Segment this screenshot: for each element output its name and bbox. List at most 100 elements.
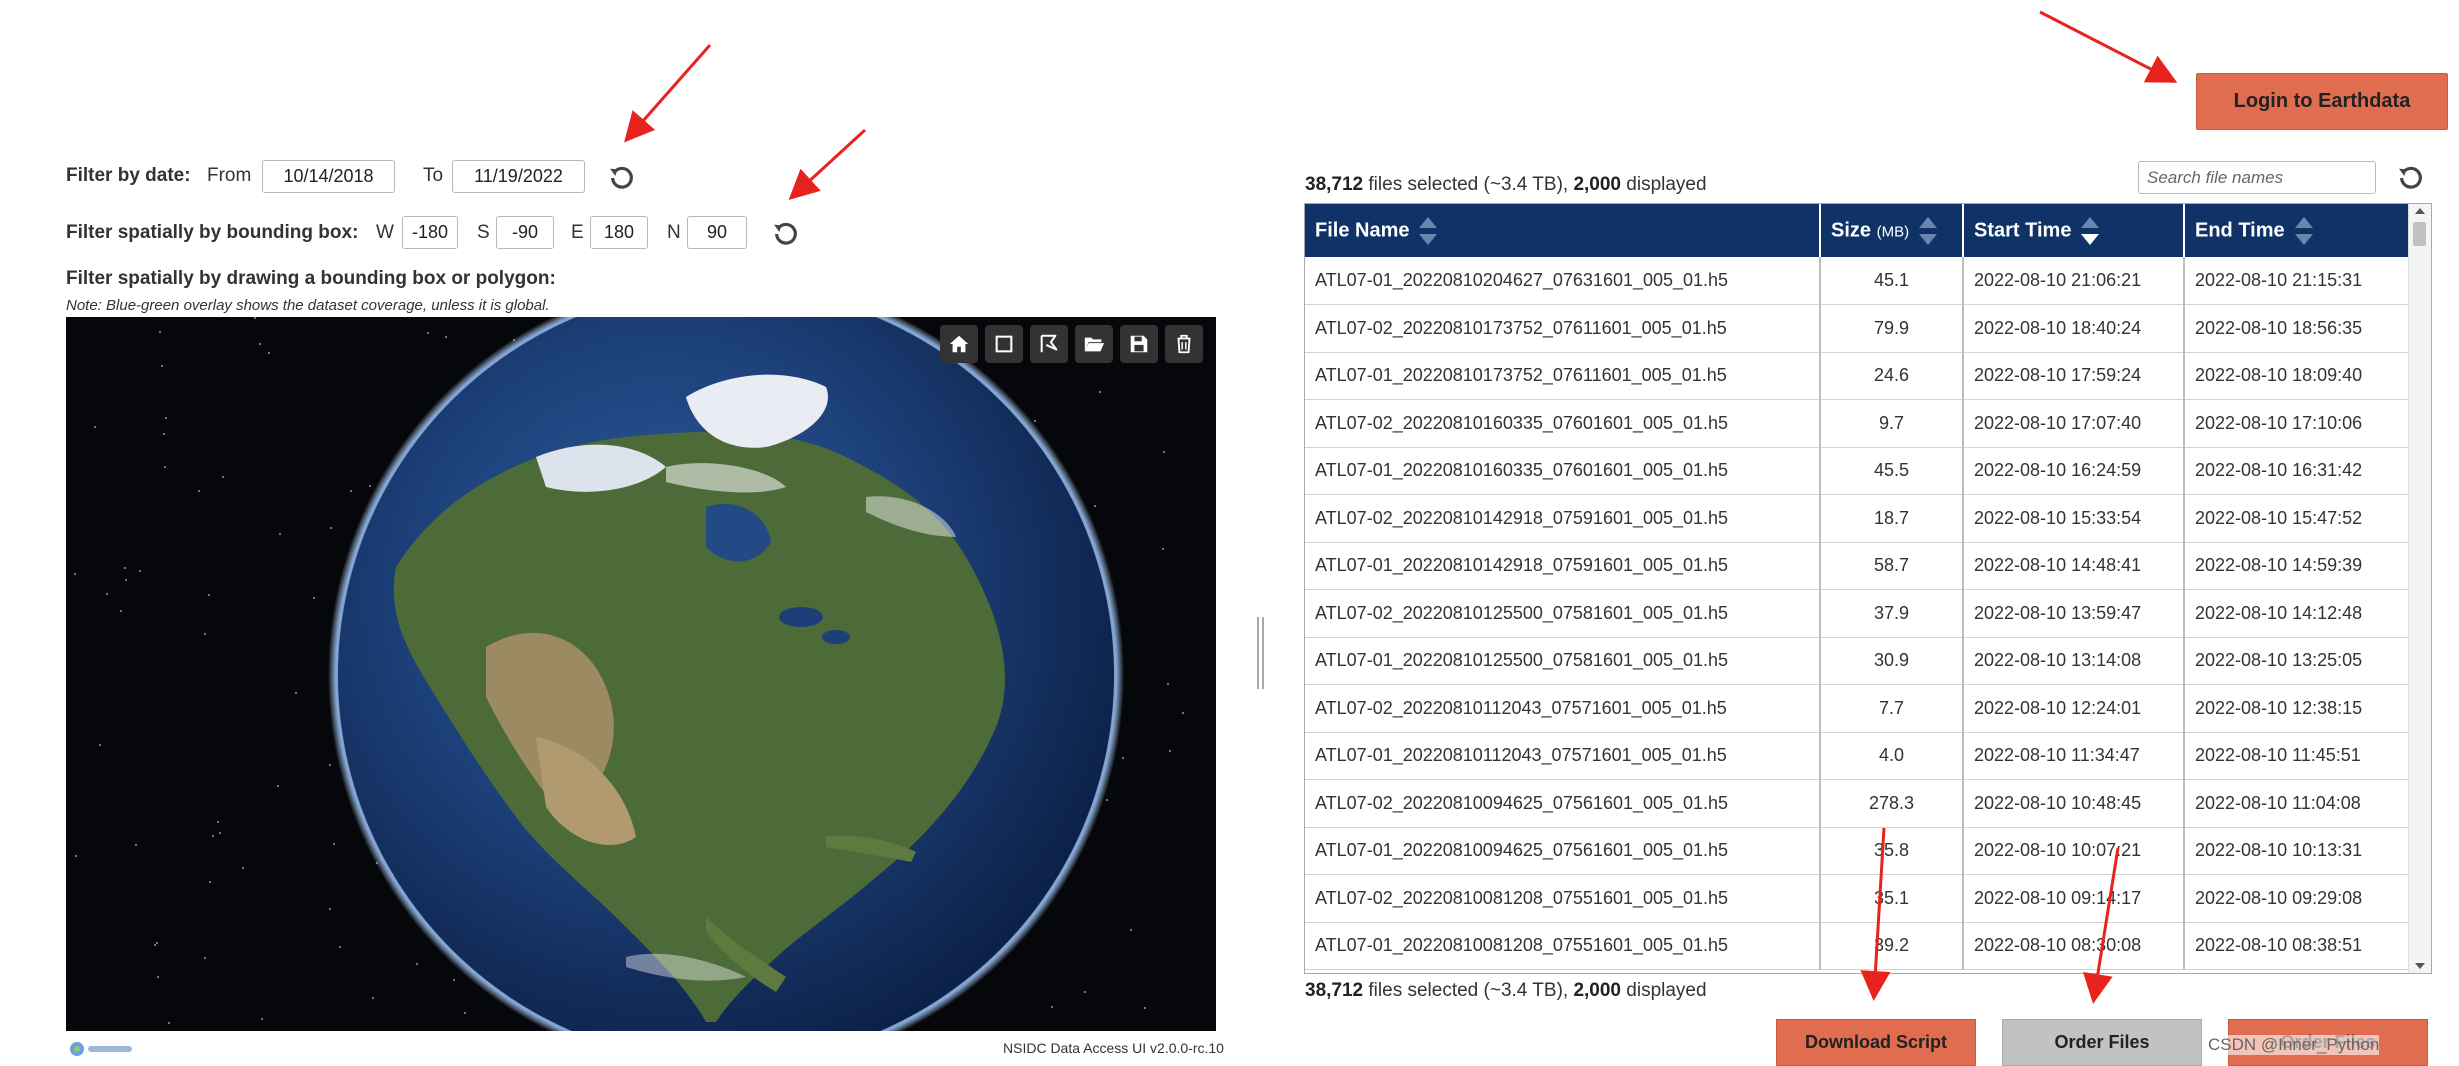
from-label: From bbox=[207, 165, 252, 186]
size-cell: 4.0 bbox=[1820, 732, 1964, 780]
table-row[interactable]: ATL07-02_20220810112043_07571601_005_01.… bbox=[1305, 684, 2410, 733]
polygon-icon bbox=[1040, 334, 1058, 353]
size-cell: 35.8 bbox=[1820, 827, 1964, 875]
file-search-input[interactable] bbox=[2138, 161, 2376, 194]
size-cell: 39.2 bbox=[1820, 922, 1964, 970]
table-row[interactable]: ATL07-01_20220810173752_07611601_005_01.… bbox=[1305, 352, 2410, 400]
trash-tool[interactable] bbox=[1165, 325, 1203, 363]
table-row[interactable]: ATL07-02_20220810081208_07551601_005_01.… bbox=[1305, 874, 2410, 923]
file-name-cell: ATL07-02_20220810173752_07611601_005_01.… bbox=[1305, 304, 1821, 353]
home-icon bbox=[949, 335, 969, 353]
size-cell: 45.5 bbox=[1820, 447, 1964, 495]
table-row[interactable]: ATL07-02_20220810125500_07581601_005_01.… bbox=[1305, 589, 2410, 638]
scroll-up-icon[interactable] bbox=[2415, 208, 2425, 214]
start-time-cell: 2022-08-10 08:30:08 bbox=[1963, 922, 2185, 970]
globe-map[interactable] bbox=[66, 317, 1216, 1031]
table-row[interactable]: ATL07-01_20220810094625_07561601_005_01.… bbox=[1305, 827, 2410, 875]
size-unit-label: (MB) bbox=[1876, 222, 1910, 240]
order-files-button[interactable]: Order Files bbox=[2002, 1019, 2202, 1066]
size-header-label: Size bbox=[1831, 218, 1872, 241]
start-time-header-label: Start Time bbox=[1974, 218, 2072, 241]
size-cell: 45.1 bbox=[1820, 257, 1964, 305]
table-row[interactable]: ATL07-01_20220810160335_07601601_005_01.… bbox=[1305, 447, 2410, 495]
displayed-text: displayed bbox=[1621, 980, 1707, 1001]
start-time-cell: 2022-08-10 14:48:41 bbox=[1963, 542, 2185, 590]
table-row[interactable]: ATL07-02_20220810142918_07591601_005_01.… bbox=[1305, 494, 2410, 543]
open-file-tool[interactable] bbox=[1075, 325, 1113, 363]
file-table-container[interactable]: File Name Size (MB) Start Time End Time … bbox=[1304, 203, 2432, 974]
end-time-cell: 2022-08-10 08:38:51 bbox=[2184, 922, 2410, 970]
save-tool[interactable] bbox=[1120, 325, 1158, 363]
reset-date-icon[interactable] bbox=[606, 162, 638, 194]
table-row[interactable]: ATL07-01_20220810081208_07551601_005_01.… bbox=[1305, 922, 2410, 970]
start-time-cell: 2022-08-10 17:59:24 bbox=[1963, 352, 2185, 400]
table-row[interactable]: ATL07-01_20220810112043_07571601_005_01.… bbox=[1305, 732, 2410, 780]
displayed-count: 2,000 bbox=[1573, 174, 1621, 195]
column-header-file-name[interactable]: File Name bbox=[1305, 204, 1821, 257]
end-time-cell: 2022-08-10 11:04:08 bbox=[2184, 779, 2410, 828]
annotation-arrow-3 bbox=[2039, 10, 2178, 83]
end-time-cell: 2022-08-10 14:59:39 bbox=[2184, 542, 2410, 590]
end-time-cell: 2022-08-10 10:13:31 bbox=[2184, 827, 2410, 875]
south-label: S bbox=[477, 222, 490, 243]
west-input[interactable] bbox=[402, 216, 458, 249]
selected-text: files selected (~3.4 TB), bbox=[1363, 980, 1574, 1001]
size-cell: 7.7 bbox=[1820, 684, 1964, 733]
displayed-text: displayed bbox=[1621, 174, 1707, 195]
table-scrollbar[interactable] bbox=[2408, 204, 2431, 973]
west-label: W bbox=[376, 222, 394, 243]
draw-rectangle-tool[interactable] bbox=[985, 325, 1023, 363]
south-input[interactable] bbox=[496, 216, 554, 249]
table-row[interactable]: ATL07-01_20220810125500_07581601_005_01.… bbox=[1305, 637, 2410, 685]
reset-search-icon[interactable] bbox=[2395, 162, 2427, 194]
east-input[interactable] bbox=[590, 216, 648, 249]
end-time-cell: 2022-08-10 18:09:40 bbox=[2184, 352, 2410, 400]
table-row[interactable]: ATL07-01_20220810204627_07631601_005_01.… bbox=[1305, 257, 2410, 305]
table-row[interactable]: ATL07-01_20220810142918_07591601_005_01.… bbox=[1305, 542, 2410, 590]
scroll-down-icon[interactable] bbox=[2415, 963, 2425, 969]
coverage-note: Note: Blue-green overlay shows the datas… bbox=[66, 297, 550, 314]
start-time-cell: 2022-08-10 10:07:21 bbox=[1963, 827, 2185, 875]
login-button[interactable]: Login to Earthdata bbox=[2196, 73, 2448, 130]
file-name-cell: ATL07-01_20220810125500_07581601_005_01.… bbox=[1305, 637, 1821, 685]
size-cell: 24.6 bbox=[1820, 352, 1964, 400]
sort-icon bbox=[1419, 216, 1438, 246]
panel-splitter[interactable] bbox=[1257, 617, 1264, 689]
north-input[interactable] bbox=[687, 216, 747, 249]
end-time-cell: 2022-08-10 16:31:42 bbox=[2184, 447, 2410, 495]
file-name-cell: ATL07-02_20220810125500_07581601_005_01.… bbox=[1305, 589, 1821, 638]
size-cell: 35.1 bbox=[1820, 874, 1964, 923]
size-cell: 30.9 bbox=[1820, 637, 1964, 685]
file-name-cell: ATL07-01_20220810142918_07591601_005_01.… bbox=[1305, 542, 1821, 590]
to-label: To bbox=[423, 165, 444, 186]
reset-bbox-icon[interactable] bbox=[770, 218, 802, 250]
file-name-cell: ATL07-02_20220810142918_07591601_005_01.… bbox=[1305, 494, 1821, 543]
selected-count: 38,712 bbox=[1305, 980, 1364, 1001]
end-time-cell: 2022-08-10 18:56:35 bbox=[2184, 304, 2410, 353]
file-name-cell: ATL07-01_20220810112043_07571601_005_01.… bbox=[1305, 732, 1821, 780]
end-time-cell: 2022-08-10 11:45:51 bbox=[2184, 732, 2410, 780]
column-header-start-time[interactable]: Start Time bbox=[1963, 204, 2185, 257]
start-time-cell: 2022-08-10 11:34:47 bbox=[1963, 732, 2185, 780]
sort-icon bbox=[1919, 216, 1938, 246]
table-row[interactable]: ATL07-02_20220810094625_07561601_005_01.… bbox=[1305, 779, 2410, 828]
date-from-input[interactable] bbox=[262, 160, 395, 193]
displayed-count: 2,000 bbox=[1573, 980, 1621, 1001]
download-script-button[interactable]: Download Script bbox=[1776, 1019, 1976, 1066]
column-header-end-time[interactable]: End Time bbox=[2184, 204, 2410, 257]
end-time-cell: 2022-08-10 14:12:48 bbox=[2184, 589, 2410, 638]
draw-polygon-tool[interactable] bbox=[1030, 325, 1068, 363]
file-name-cell: ATL07-02_20220810081208_07551601_005_01.… bbox=[1305, 874, 1821, 923]
scrollbar-thumb[interactable] bbox=[2413, 222, 2426, 246]
file-name-cell: ATL07-01_20220810204627_07631601_005_01.… bbox=[1305, 257, 1821, 305]
table-row[interactable]: ATL07-02_20220810160335_07601601_005_01.… bbox=[1305, 399, 2410, 448]
file-name-cell: ATL07-01_20220810160335_07601601_005_01.… bbox=[1305, 447, 1821, 495]
polygon-filter-label: Filter spatially by drawing a bounding b… bbox=[66, 268, 556, 289]
file-name-header-label: File Name bbox=[1315, 218, 1410, 241]
selection-summary-bottom: 38,712 files selected (~3.4 TB), 2,000 d… bbox=[1305, 980, 1707, 1002]
date-to-input[interactable] bbox=[452, 160, 585, 193]
home-tool[interactable] bbox=[940, 325, 978, 363]
column-header-size[interactable]: Size (MB) bbox=[1820, 204, 1964, 257]
start-time-cell: 2022-08-10 18:40:24 bbox=[1963, 304, 2185, 353]
table-row[interactable]: ATL07-02_20220810173752_07611601_005_01.… bbox=[1305, 304, 2410, 353]
